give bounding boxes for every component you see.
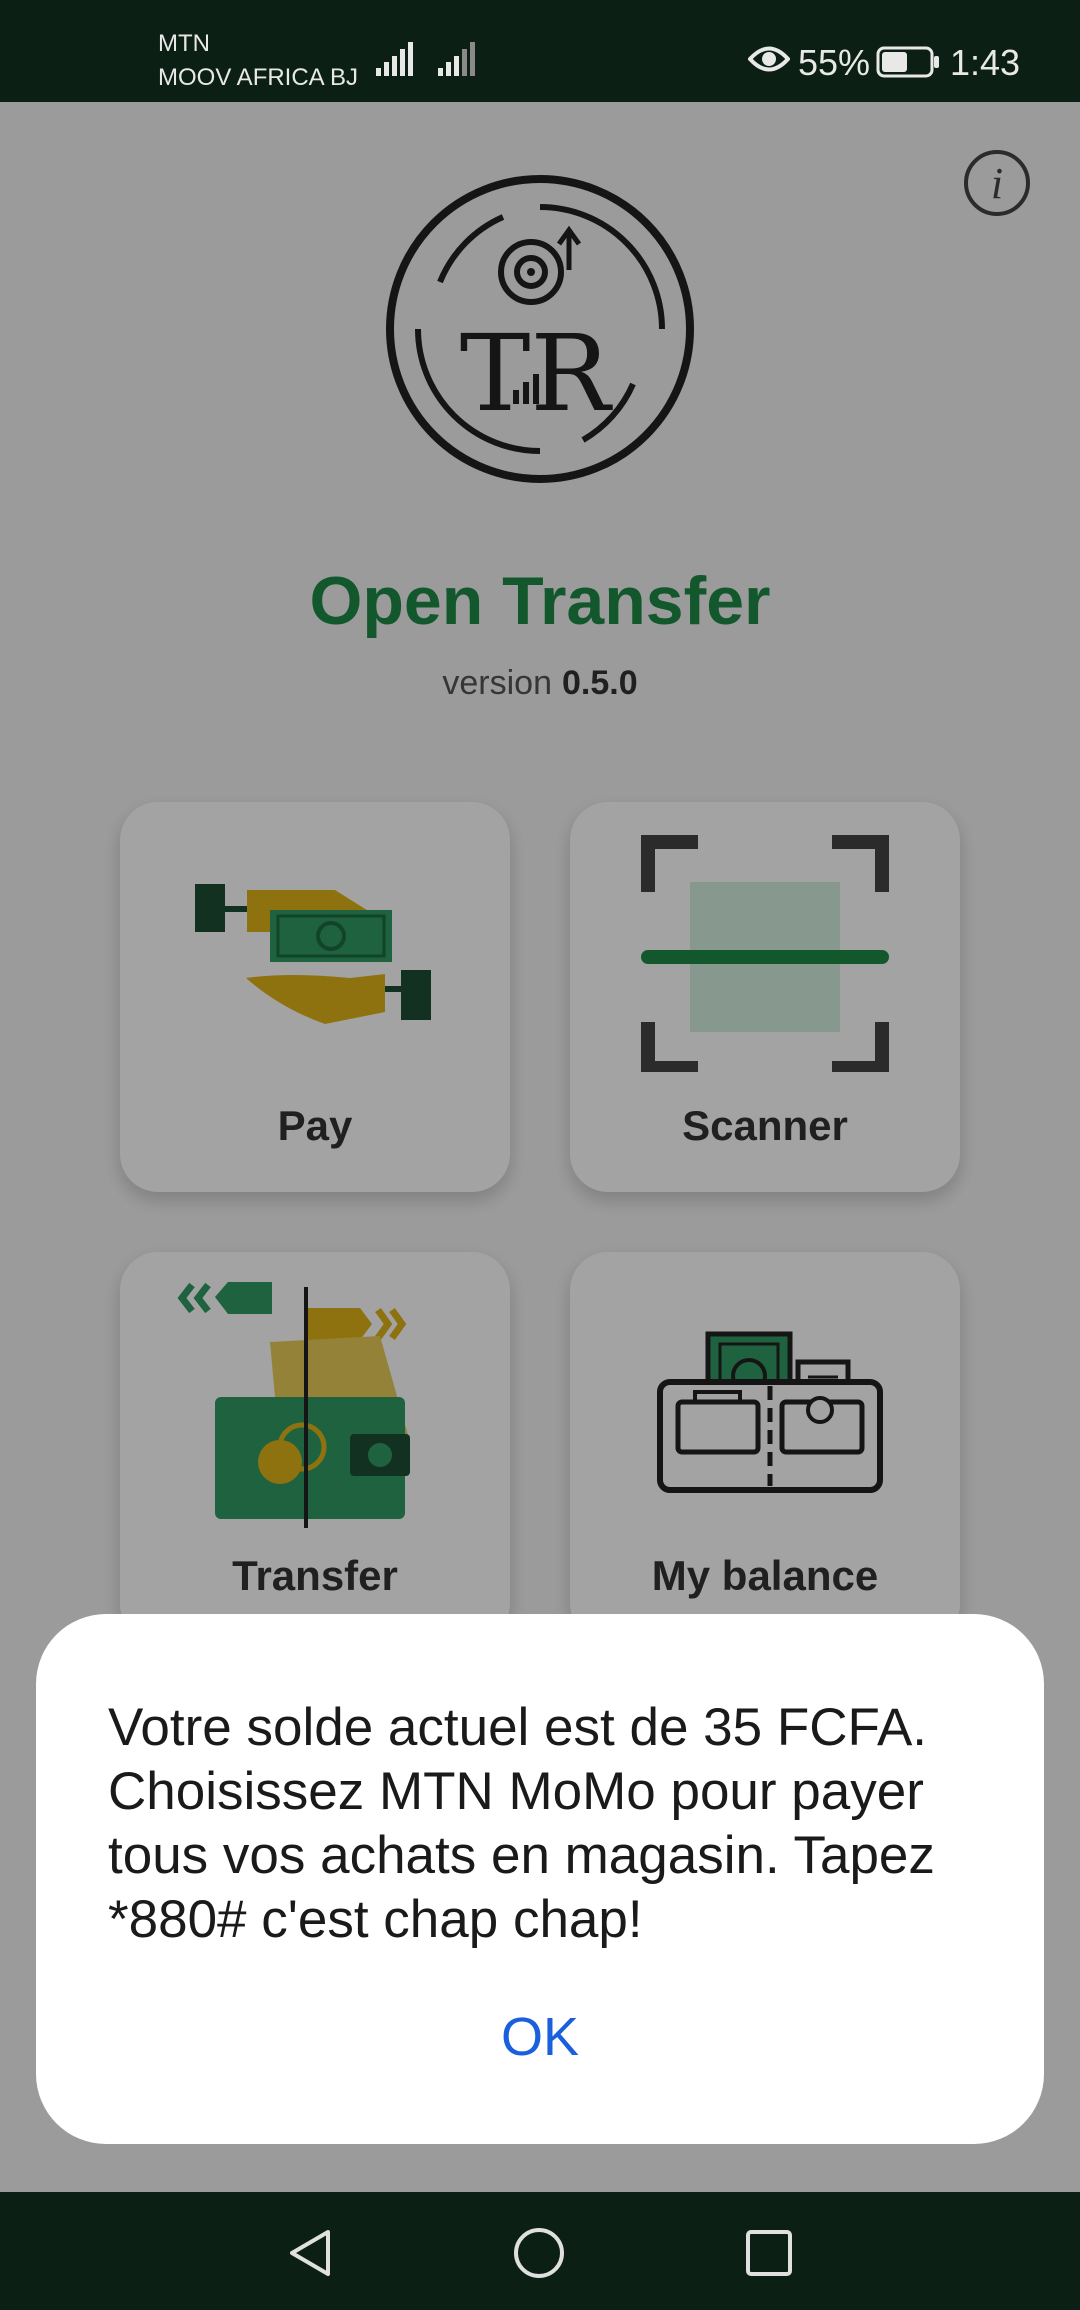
battery-percent: 55% (798, 42, 871, 83)
clock: 1:43 (950, 42, 1021, 83)
balance-dialog: Votre solde actuel est de 35 FCFA. Chois… (36, 1614, 1044, 2144)
navigation-bar (0, 2192, 1080, 2310)
signal-icon (376, 42, 413, 76)
dialog-message: Votre solde actuel est de 35 FCFA. Chois… (108, 1698, 935, 1949)
back-icon[interactable] (284, 2226, 338, 2280)
carrier-primary: MTN (158, 30, 210, 57)
battery-icon (876, 46, 939, 78)
status-bar: MTN MOOV AFRICA BJ 55% 1:43 (0, 0, 1080, 102)
eye-icon (748, 46, 790, 72)
signal-icon (438, 42, 475, 76)
ok-button[interactable]: OK (36, 2006, 1044, 2068)
home-icon[interactable] (512, 2226, 566, 2280)
carrier-secondary: MOOV AFRICA BJ (158, 64, 359, 91)
recent-apps-icon[interactable] (742, 2226, 796, 2280)
